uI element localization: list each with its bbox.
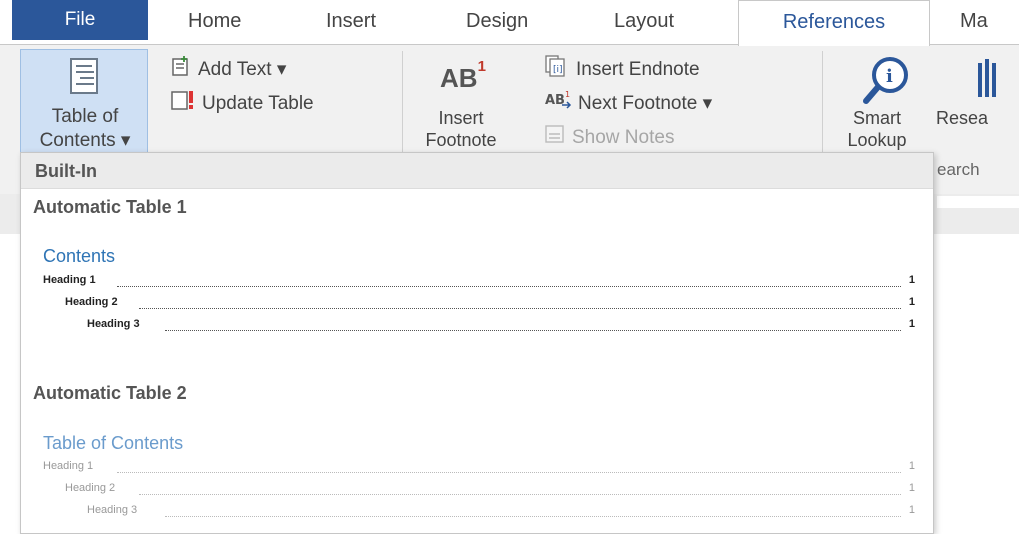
gallery-entry-title: Automatic Table 1 — [33, 197, 187, 217]
insert-footnote-label-line1: Insert — [438, 108, 484, 128]
ribbon-tab-bar: File Home Insert Design Layout Reference… — [0, 0, 1019, 46]
research-group-label: earch — [937, 160, 980, 179]
tab-references[interactable]: References — [738, 0, 930, 46]
table-of-contents-button[interactable]: Table of Contents ▾ — [20, 49, 148, 157]
toc-preview-heading: Contents — [43, 246, 116, 266]
smart-lookup-button[interactable]: Smart Lookup — [840, 107, 914, 151]
smart-lookup-label-line1: Smart — [852, 108, 901, 128]
insert-footnote-label-line2: Footnote — [425, 130, 497, 150]
toc-preview-line: Heading 3 1 — [87, 504, 915, 517]
toc-preview-heading: Table of Contents — [43, 433, 184, 453]
svg-text:[i]: [i] — [553, 65, 563, 75]
next-footnote-icon: AB 1 — [544, 89, 572, 119]
update-table-icon — [170, 89, 196, 119]
insert-endnote-button[interactable]: [i] Insert Endnote — [544, 55, 700, 81]
svg-text:1: 1 — [565, 90, 570, 99]
add-text-button[interactable]: Add Text ▾ — [170, 55, 286, 81]
researcher-icon — [972, 53, 1012, 105]
tab-mailings[interactable]: Ma — [960, 0, 988, 44]
svg-text:AB: AB — [545, 93, 565, 108]
toc-preview-line: Heading 2 1 — [65, 296, 915, 309]
show-notes-button[interactable]: Show Notes — [544, 123, 674, 149]
insert-endnote-icon: [i] — [544, 55, 570, 85]
show-notes-label: Show Notes — [572, 127, 675, 149]
insert-footnote-button[interactable]: Insert Footnote — [416, 107, 506, 151]
tab-home[interactable]: Home — [188, 0, 241, 44]
researcher-button[interactable]: Resea — [930, 107, 1019, 129]
toc-preview-line: Heading 2 1 — [65, 482, 915, 495]
show-notes-icon — [544, 123, 566, 153]
update-table-button[interactable]: Update Table — [170, 89, 314, 115]
automatic-table-1-option[interactable]: Automatic Table 1 Contents Heading 1 1 H… — [21, 191, 933, 371]
toc-preview-line: Heading 1 1 — [43, 274, 915, 287]
gallery-section-header: Built-In — [21, 153, 933, 189]
tab-layout[interactable]: Layout — [614, 0, 674, 44]
next-footnote-button[interactable]: AB 1 Next Footnote ▾ — [544, 89, 712, 115]
toc-preview-line: Heading 1 1 — [43, 460, 915, 473]
group-separator — [402, 51, 403, 161]
next-footnote-label: Next Footnote ▾ — [578, 93, 713, 115]
add-text-label: Add Text ▾ — [198, 59, 287, 81]
toc-label-line2: Contents ▾ — [39, 130, 131, 151]
toc-preview-line: Heading 3 1 — [87, 318, 915, 331]
add-text-icon — [170, 55, 192, 85]
automatic-table-2-option[interactable]: Automatic Table 2 Table of Contents Head… — [21, 375, 933, 533]
smart-lookup-icon: i — [858, 51, 914, 107]
insert-endnote-label: Insert Endnote — [576, 59, 700, 81]
toc-label-line1: Table of — [51, 106, 119, 127]
insert-footnote-icon: AB1 — [440, 58, 486, 93]
tab-design[interactable]: Design — [466, 0, 528, 44]
smart-lookup-label-line2: Lookup — [847, 130, 907, 150]
table-of-contents-icon — [70, 58, 98, 94]
toc-gallery-dropdown: Built-In Automatic Table 1 Contents Head… — [20, 152, 934, 534]
svg-text:i: i — [886, 66, 893, 87]
gallery-entry-title: Automatic Table 2 — [33, 383, 187, 403]
tab-file[interactable]: File — [12, 0, 148, 40]
tab-insert[interactable]: Insert — [326, 0, 376, 44]
ruler — [937, 196, 1019, 208]
update-table-label: Update Table — [202, 93, 314, 115]
group-separator — [822, 51, 823, 161]
